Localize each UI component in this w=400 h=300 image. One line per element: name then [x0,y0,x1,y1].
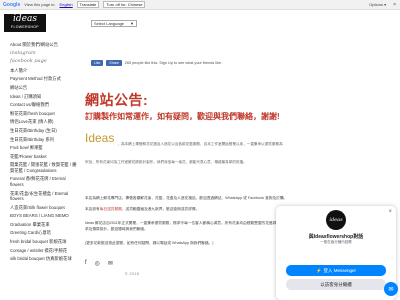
sidebar-item[interactable]: 開業花籃 / 開張花籃 / 致賀花籃 / 慶賀花籃 / Congratulati… [10,162,78,173]
close-icon[interactable]: × [393,2,396,8]
sidebar-item[interactable]: 網站公告 [10,85,78,91]
language-select[interactable]: Select Language ▼ [91,20,137,27]
turn-off-button[interactable]: Turn off for: Chinese [103,1,146,8]
sidebar-item[interactable]: BOYS BEARS / LIANG MEMO [10,213,78,219]
notice-title: 網站公告: [85,92,149,108]
instagram-icon[interactable]: ◎ [95,260,100,267]
sidebar-item[interactable]: Corsage / wristlet 襟花/手腕花 [10,248,78,254]
sidebar-nav: About 關於我們/網站公告 instagram facebook page 本人簡… [0,42,78,262]
logo-subtitle: FLOWERSHOP [11,25,39,29]
ideas-brand-word: Ideas [85,131,115,145]
copyright: © 2015 [125,272,140,276]
google-logo: Google [3,1,21,8]
sidebar-item[interactable]: 鮮花花束/fresh bouquet [10,111,78,117]
logo-title: ideas [13,14,37,24]
delivery-text-pre: 本店設有 [85,207,100,211]
sidebar-item[interactable]: fresh bridal bouquet 新娘花球 [10,239,78,245]
messenger-login-label: 登入 Messenger [323,267,357,273]
language-select-label: Select Language [94,21,125,26]
sidebar-item[interactable]: 花籃/Flower basket [10,154,78,160]
delivery-highlight: 每日送貨服務 [99,207,122,211]
sidebar-item[interactable]: Contact us/聯絡我們 [10,102,78,108]
translate-button[interactable]: Translate [76,1,100,8]
sidebar-item[interactable]: About 關於我們/網站公告 [10,42,78,48]
fb-like-button[interactable]: Like [91,60,104,66]
chat-response-time: 一般在幾分鐘內回覆 [320,240,352,244]
chat-title: 與Ideasflowershop對話 [308,234,364,240]
sidebar-item[interactable]: 生日花束/Birthday (生日) [10,128,78,134]
sidebar-item[interactable]: Ideas / 訂購須知 [10,94,78,100]
sidebar-item[interactable]: 情侶Love花束 (情人節) [10,119,78,125]
fb-like-text: 265 people like this. Sign Up to see wha… [124,61,223,65]
chat-bubble-icon[interactable]: ✉ [384,282,398,296]
messenger-login-button[interactable]: ⚡ 登入 Messenger [286,265,386,276]
sidebar-item[interactable]: Fruit bowl 鮮果籃 [10,145,78,151]
avatar: ideas [326,210,346,230]
notice-subtitle: 訂購製作如常運作，如有疑問，歡迎與我們聯絡，謝謝! [85,112,280,121]
ideas-intro-text: ，為本網上專營鮮花花禮及人造花以及各款花籃服務，自本工作室開始營業以來，一直秉承… [85,142,283,164]
facebook-icon[interactable]: f [85,260,87,267]
sidebar-item[interactable]: 本人簡介 [10,68,78,74]
options-menu[interactable]: Options ▾ [369,2,386,7]
sidebar: ideas FLOWERSHOP About 關於我們/網站公告 instagra… [0,10,78,300]
sidebar-item[interactable]: 生日花束/Birthday 系列 [10,137,78,143]
translate-prompt: View this page in: [24,2,56,7]
guest-continue-button[interactable]: 以訪客身分繼續 [286,279,386,290]
shop-logo[interactable]: ideas FLOWERSHOP [4,14,46,32]
sidebar-item[interactable]: instagram [10,50,78,57]
fb-share-button[interactable]: Share [106,60,122,66]
sidebar-item[interactable]: 花束/花盒/永生花禮盒 / Eternal flowers [10,191,78,202]
messenger-chat-popup: × ideas 與Ideasflowershop對話 一般在幾分鐘內回覆 ⚡ 登… [276,206,398,300]
sidebar-item[interactable]: silk bridal bouquet 仿真新娘花球 [10,256,78,262]
sidebar-item[interactable]: facebook page [10,59,78,65]
ideas-intro: Ideas ，為本網上專營鮮花花禮及人造花以及各款花籃服務，自本工作室開始營業以… [85,132,285,168]
chevron-down-icon: ▼ [130,21,134,26]
email-icon[interactable]: ✉ [108,260,113,267]
sidebar-item[interactable]: Graduation 畢業花束 [10,222,78,228]
close-icon[interactable]: × [388,209,392,215]
google-translate-bar: Google View this page in: English Transl… [0,0,400,10]
delivery-text-post: ，送貨範圍遍及港九新界，歡迎查詢送貨詳情。 [121,207,200,211]
social-links: f ◎ ✉ [85,260,113,267]
messenger-icon: ⚡ [315,267,322,273]
translate-language-link[interactable]: English [60,2,73,7]
intro-paragraph-1: 本店為網上鮮花專門店，專營各類鮮花束、花籃、花盒及人造花禮品，歡迎透過網站、Wh… [85,196,288,200]
sidebar-item[interactable]: 人造花束/Silk flower bouquet [10,205,78,211]
sidebar-item[interactable]: Payment Method 付款方式 [10,76,78,82]
facebook-like-widget: Like Share 265 people like this. Sign Up… [91,60,222,66]
sidebar-item[interactable]: Greeting Card/心意咭 [10,230,78,236]
sidebar-item[interactable]: Funeral 香/鮮花花牌 / Eternal flowers [10,176,78,187]
